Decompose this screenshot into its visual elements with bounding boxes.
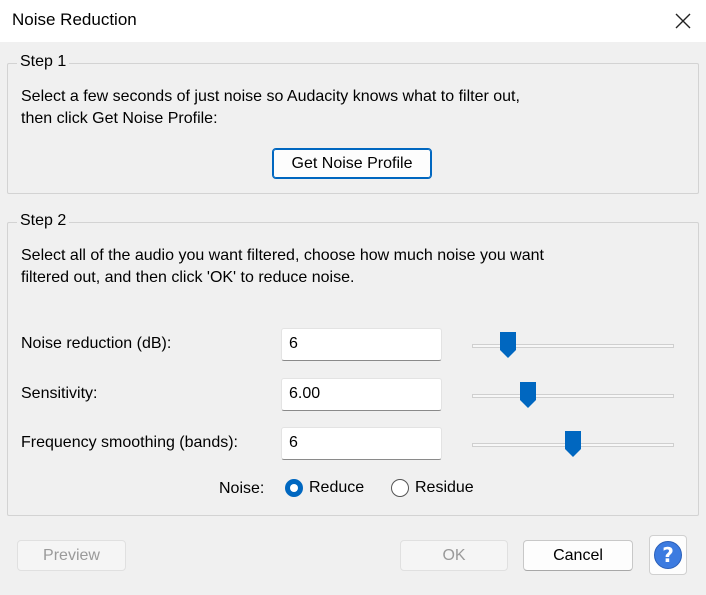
step2-legend: Step 2: [17, 212, 70, 230]
slider-thumb[interactable]: [520, 382, 536, 408]
sensitivity-label: Sensitivity:: [21, 385, 98, 402]
reduce-radio-label: Reduce: [309, 479, 365, 496]
sensitivity-input[interactable]: 6.00: [281, 378, 442, 411]
step1-legend: Step 1: [17, 53, 70, 71]
residue-radio[interactable]: [391, 479, 409, 497]
close-button[interactable]: [660, 0, 706, 42]
ok-button[interactable]: OK: [400, 540, 508, 571]
reduce-radio-option[interactable]: Reduce: [285, 479, 364, 497]
frequency-smoothing-input[interactable]: 6: [281, 427, 442, 460]
step2-instructions-line1: Select all of the audio you want filtere…: [21, 247, 544, 264]
slider-thumb[interactable]: [500, 332, 516, 358]
cancel-button[interactable]: Cancel: [523, 540, 633, 571]
slider-thumb[interactable]: [565, 431, 581, 457]
window-title: Noise Reduction: [12, 10, 137, 29]
reduce-radio[interactable]: [285, 479, 303, 497]
step1-instructions-line1: Select a few seconds of just noise so Au…: [21, 88, 520, 105]
residue-radio-label: Residue: [415, 479, 474, 496]
help-button[interactable]: ?: [649, 535, 687, 575]
preview-button[interactable]: Preview: [17, 540, 126, 571]
close-icon: [675, 13, 691, 29]
noise-mode-label: Noise:: [219, 480, 265, 497]
frequency-smoothing-label: Frequency smoothing (bands):: [21, 434, 238, 451]
frequency-smoothing-slider[interactable]: [472, 427, 674, 457]
residue-radio-option[interactable]: Residue: [391, 479, 474, 497]
noise-reduction-slider[interactable]: [472, 328, 674, 358]
step2-instructions-line2: filtered out, and then click 'OK' to red…: [21, 269, 355, 286]
sensitivity-slider[interactable]: [472, 378, 674, 408]
dialog-body: Step 1 Select a few seconds of just nois…: [0, 42, 706, 595]
noise-reduction-input[interactable]: 6: [281, 328, 442, 361]
step1-instructions-line2: then click Get Noise Profile:: [21, 110, 218, 127]
title-bar: Noise Reduction: [0, 0, 706, 42]
help-icon: ?: [654, 541, 682, 569]
get-noise-profile-button[interactable]: Get Noise Profile: [272, 148, 432, 179]
slider-track: [472, 394, 674, 398]
noise-reduction-label: Noise reduction (dB):: [21, 335, 172, 352]
